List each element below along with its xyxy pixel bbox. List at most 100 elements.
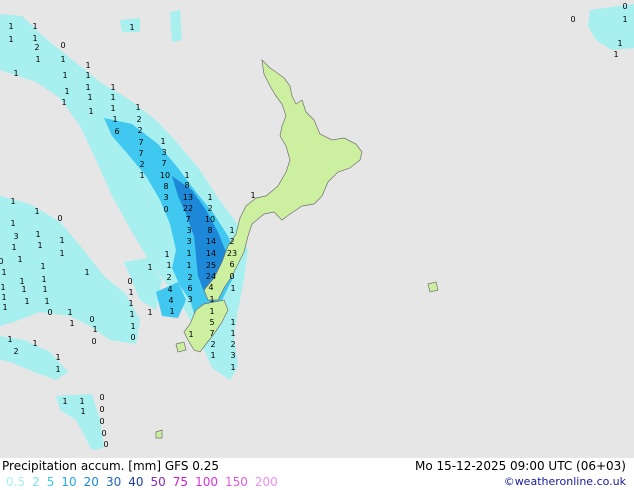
precip-value-label: 1 bbox=[32, 339, 38, 348]
precip-value-label: 2 bbox=[166, 273, 172, 282]
legend-value: 200 bbox=[254, 475, 278, 489]
precip-value-label: 0 bbox=[622, 2, 628, 11]
precip-value-label: 1 bbox=[7, 335, 13, 344]
precip-value-label: 2 bbox=[187, 273, 193, 282]
precip-value-label: 4 bbox=[208, 283, 214, 292]
precip-value-label: 2 bbox=[229, 237, 235, 246]
precip-value-label: 1 bbox=[129, 23, 135, 32]
precip-value-label: 1 bbox=[230, 318, 236, 327]
precip-value-label: 6 bbox=[229, 260, 235, 269]
legend-value: 5 bbox=[46, 475, 55, 489]
precip-value-label: 1 bbox=[613, 50, 619, 59]
legend-value: 40 bbox=[128, 475, 144, 489]
precip-value-label: 22 bbox=[182, 204, 194, 213]
credit-link[interactable]: ©weatheronline.co.uk bbox=[504, 475, 626, 489]
precip-value-label: 1 bbox=[110, 104, 116, 113]
precip-value-label: 0 bbox=[47, 308, 53, 317]
precip-value-label: 1 bbox=[128, 299, 134, 308]
legend-value: 100 bbox=[195, 475, 218, 489]
precip-value-label: 1 bbox=[617, 39, 623, 48]
precip-value-label: 1 bbox=[210, 351, 216, 360]
precip-value-label: 1 bbox=[13, 69, 19, 78]
precip-light-areas bbox=[0, 4, 634, 450]
precip-value-label: 0 bbox=[101, 429, 107, 438]
precip-value-label: 1 bbox=[88, 107, 94, 116]
precip-value-label: 1 bbox=[166, 261, 172, 270]
precip-value-label: 1 bbox=[112, 115, 118, 124]
precip-value-label: 2 bbox=[137, 126, 143, 135]
precip-value-label: 1 bbox=[229, 226, 235, 235]
precip-value-label: 3 bbox=[230, 351, 236, 360]
precip-value-label: 1 bbox=[1, 293, 7, 302]
precip-value-label: 0 bbox=[0, 257, 4, 266]
precip-value-label: 0 bbox=[99, 393, 105, 402]
precip-value-label: 1 bbox=[622, 15, 628, 24]
precip-value-label: 1 bbox=[17, 255, 23, 264]
legend-value: 50 bbox=[150, 475, 166, 489]
precip-value-label: 1 bbox=[184, 171, 190, 180]
precip-value-label: 1 bbox=[0, 283, 6, 292]
precip-value-label: 6 bbox=[187, 284, 193, 293]
footer: Precipitation accum. [mm] GFS 0.25 Mo 15… bbox=[0, 458, 634, 490]
precip-value-label: 0 bbox=[60, 41, 66, 50]
precip-value-label: 7 bbox=[138, 138, 144, 147]
precip-value-label: 1 bbox=[59, 249, 65, 258]
legend-value: 0.5 bbox=[6, 475, 26, 489]
map-canvas bbox=[0, 4, 634, 450]
precip-value-label: 1 bbox=[35, 230, 41, 239]
precip-value-label: 2 bbox=[139, 160, 145, 169]
legend-value: 150 bbox=[224, 475, 248, 489]
precip-value-label: 3 bbox=[161, 148, 167, 157]
precipitation-map: 1 1 1 1 2 0 1 0 0 1 1 1 1 1 1 1 1 1 1 1 1 1 1 1 1 1 1 1 2 6 2 1 7 7 3 2 7 1 10… bbox=[0, 0, 634, 458]
precip-value-label: 0 bbox=[57, 214, 63, 223]
legend-value: 20 bbox=[83, 475, 99, 489]
precip-value-label: 1 bbox=[1, 268, 7, 277]
precip-value-label: 1 bbox=[55, 353, 61, 362]
precip-value-label: 1 bbox=[80, 407, 86, 416]
precip-value-label: 4 bbox=[168, 296, 174, 305]
precip-value-label: 1 bbox=[40, 262, 46, 271]
precip-value-label: 1 bbox=[10, 219, 16, 228]
precip-value-label: 6 bbox=[114, 127, 120, 136]
precip-value-label: 2 bbox=[230, 340, 236, 349]
precip-value-label: 7 bbox=[185, 215, 191, 224]
precip-value-label: 1 bbox=[250, 191, 256, 200]
island-small-b bbox=[155, 429, 163, 439]
precip-value-label: 0 bbox=[163, 205, 169, 214]
precip-value-label: 25 bbox=[205, 261, 217, 270]
valid-time: Mo 15-12-2025 09:00 UTC (06+03) bbox=[414, 459, 626, 473]
precip-value-label: 1 bbox=[60, 55, 66, 64]
precip-value-label: 1 bbox=[61, 98, 67, 107]
precip-value-label: 0 bbox=[130, 333, 136, 342]
precip-value-label: 1 bbox=[37, 241, 43, 250]
precip-value-label: 3 bbox=[163, 193, 169, 202]
precip-value-label: 1 bbox=[84, 268, 90, 277]
precip-value-label: 1 bbox=[129, 310, 135, 319]
precip-value-label: 1 bbox=[59, 236, 65, 245]
precip-value-label: 0 bbox=[99, 405, 105, 414]
precip-value-label: 1 bbox=[85, 83, 91, 92]
precip-value-label: 1 bbox=[110, 83, 116, 92]
precip-value-label: 1 bbox=[147, 308, 153, 317]
precip-value-label: 8 bbox=[184, 181, 190, 190]
precip-value-label: 1 bbox=[85, 61, 91, 70]
precip-value-label: 0 bbox=[99, 417, 105, 426]
precip-value-label: 1 bbox=[230, 329, 236, 338]
precip-value-label: 14 bbox=[205, 249, 217, 258]
precip-value-label: 1 bbox=[44, 297, 50, 306]
precip-value-label: 2 bbox=[13, 347, 19, 356]
precip-value-label: 1 bbox=[34, 207, 40, 216]
legend-value: 10 bbox=[61, 475, 77, 489]
precip-value-label: 1 bbox=[8, 35, 14, 44]
precip-value-label: 1 bbox=[32, 22, 38, 31]
precip-value-label: 7 bbox=[138, 149, 144, 158]
precip-value-label: 2 bbox=[34, 43, 40, 52]
precip-value-label: 7 bbox=[161, 159, 167, 168]
precip-value-label: 1 bbox=[24, 297, 30, 306]
precip-value-label: 3 bbox=[186, 237, 192, 246]
legend-value: 30 bbox=[105, 475, 122, 489]
precip-value-label: 1 bbox=[169, 307, 175, 316]
precip-value-label: 1 bbox=[67, 308, 73, 317]
precip-value-label: 1 bbox=[110, 93, 116, 102]
legend-value: 75 bbox=[172, 475, 189, 489]
